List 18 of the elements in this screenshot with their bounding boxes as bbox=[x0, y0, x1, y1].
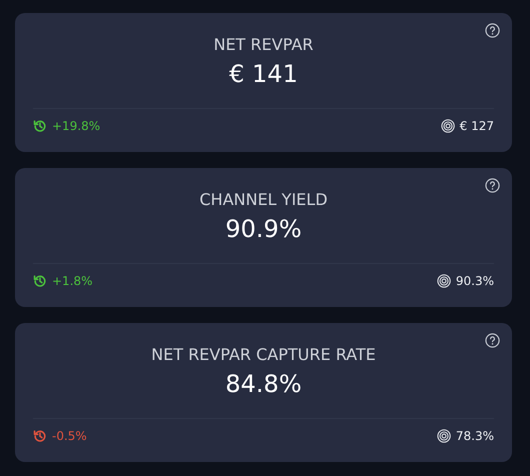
help-icon[interactable] bbox=[485, 333, 500, 348]
target-icon bbox=[436, 274, 451, 288]
target-value: 90.3% bbox=[456, 274, 494, 288]
change-text: +1.8% bbox=[52, 274, 93, 288]
kpi-title: CHANNEL YIELD bbox=[199, 190, 328, 210]
kpi-value: 90.9% bbox=[225, 214, 302, 244]
kpi-value: € 141 bbox=[229, 59, 298, 89]
target-icon bbox=[436, 429, 451, 443]
kpi-value: 84.8% bbox=[225, 369, 302, 399]
kpi-title: NET REVPAR CAPTURE RATE bbox=[151, 345, 376, 365]
help-icon[interactable] bbox=[485, 178, 500, 193]
change-text: +19.8% bbox=[52, 119, 100, 133]
target-icon bbox=[440, 119, 455, 133]
target-value: € 127 bbox=[460, 119, 494, 133]
help-icon[interactable] bbox=[485, 23, 500, 38]
change-text: -0.5% bbox=[52, 429, 87, 443]
kpi-title: NET REVPAR bbox=[214, 35, 314, 55]
target-value: 78.3% bbox=[456, 429, 494, 443]
